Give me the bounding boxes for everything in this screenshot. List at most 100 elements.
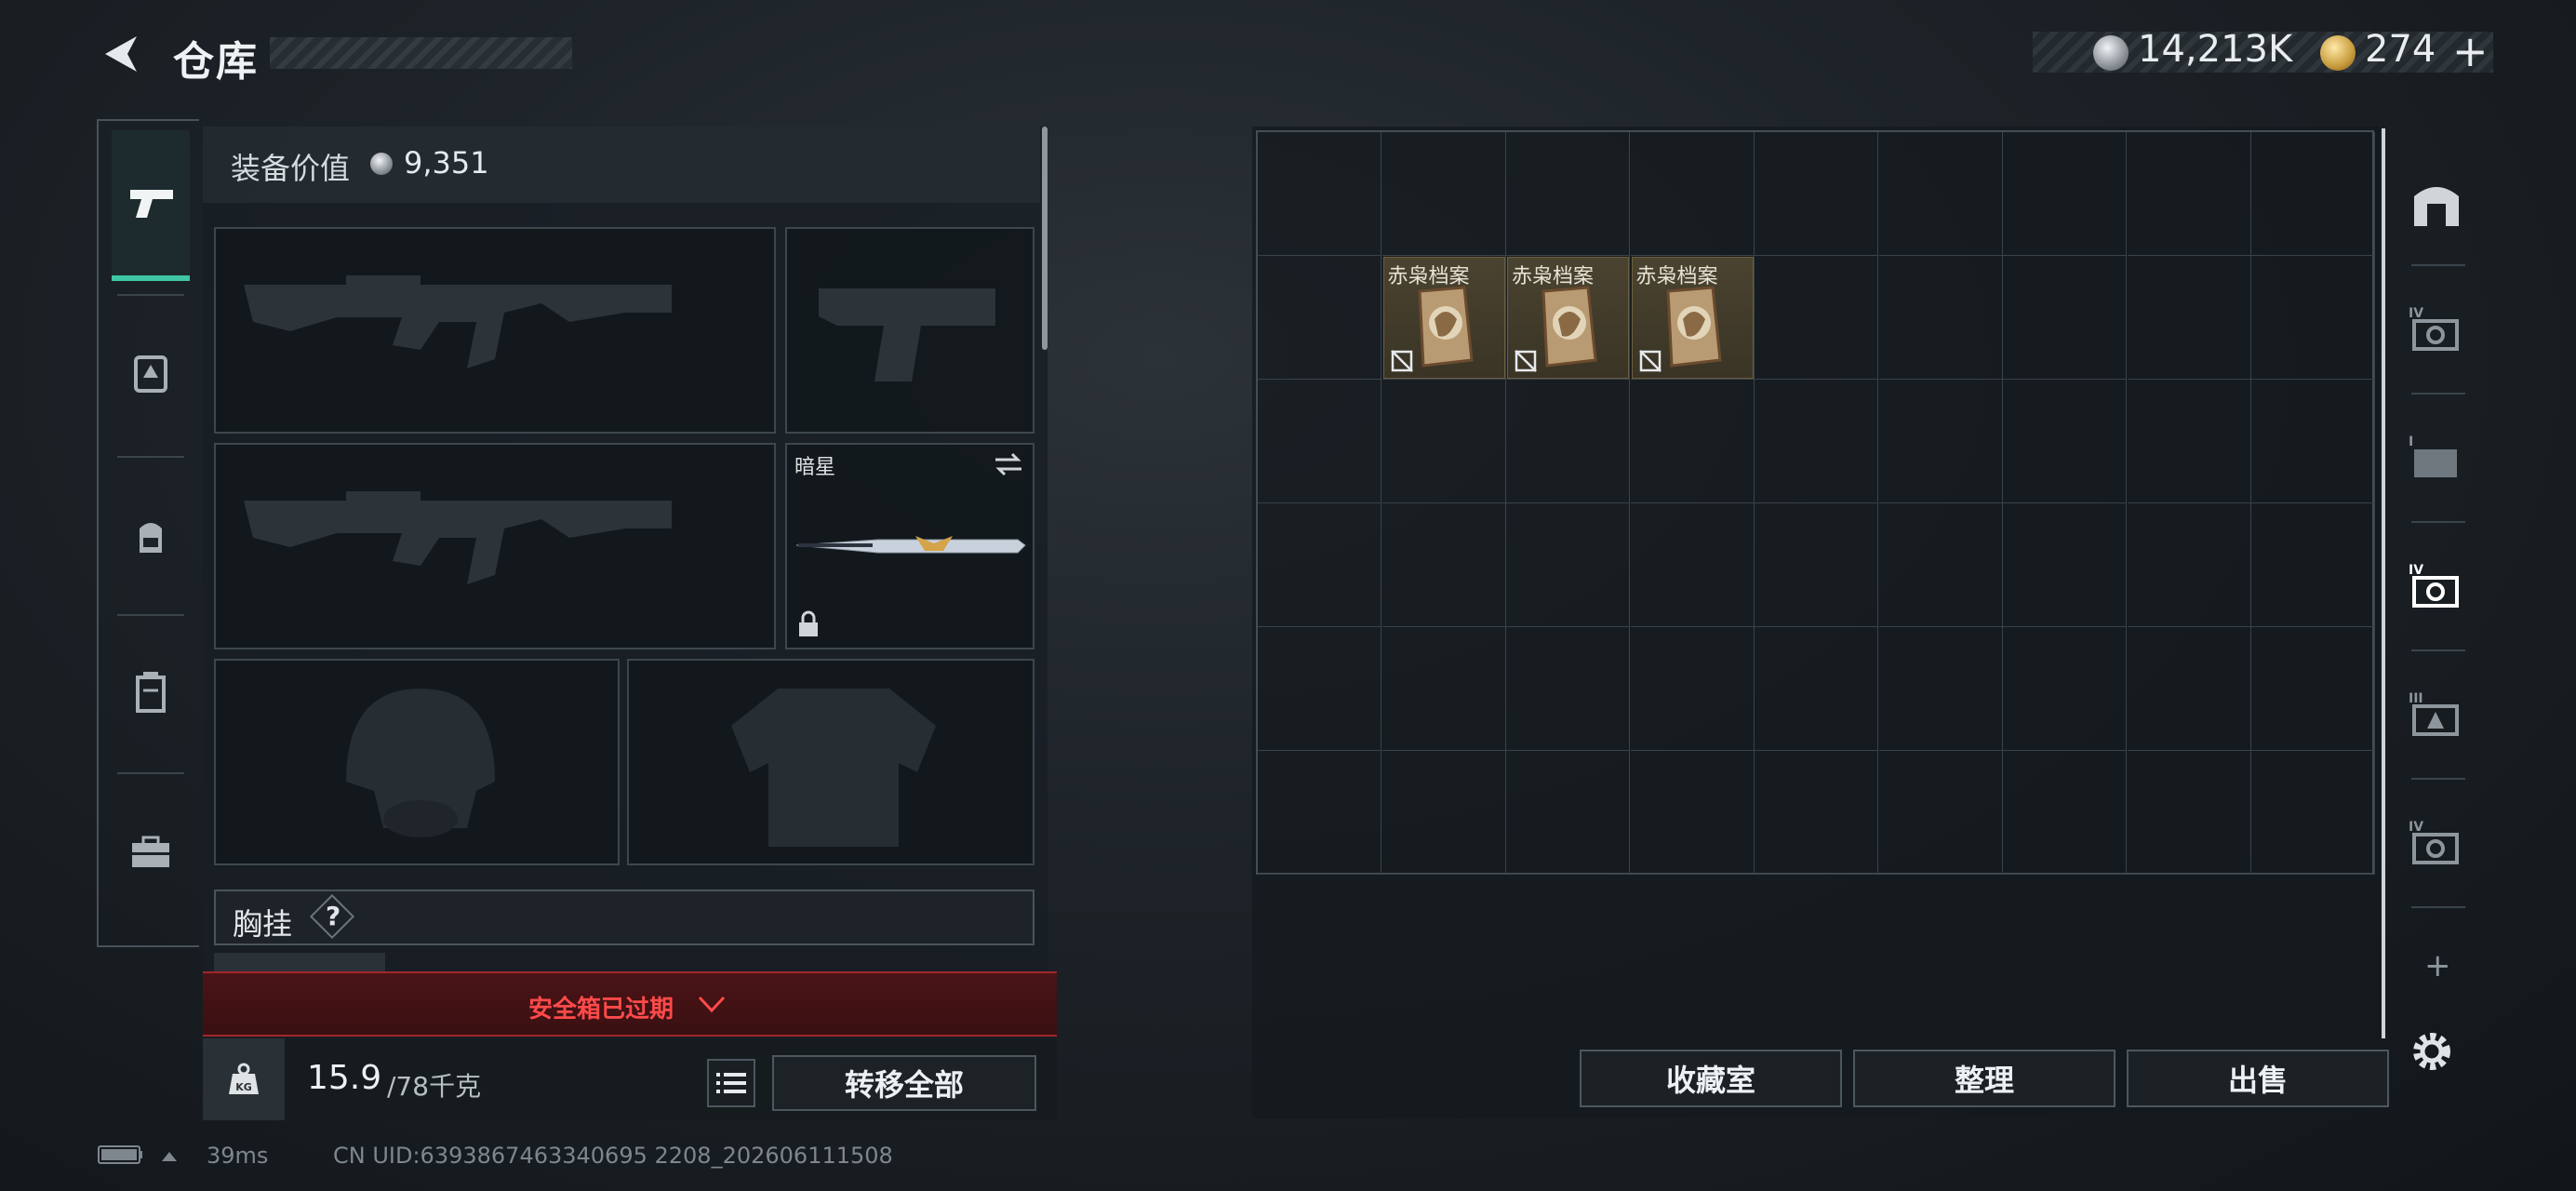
melee-slot[interactable]: 暗星 [785, 443, 1034, 649]
stash-cell[interactable] [1381, 132, 1506, 256]
stash-cell[interactable] [2251, 751, 2375, 875]
svg-text:IV: IV [2409, 820, 2423, 835]
stash-cell[interactable] [1381, 627, 1506, 751]
tab-toolbox[interactable] [112, 778, 190, 927]
stash-cell[interactable] [1878, 751, 2003, 875]
safebox-expired-text: 安全箱已过期 [528, 996, 674, 1024]
armor-slot[interactable] [627, 659, 1034, 865]
tab-weapons[interactable] [112, 130, 190, 281]
tier-4-case-icon[interactable]: IV [2404, 296, 2469, 361]
silver-coin-icon [2093, 35, 2129, 71]
stash-cell[interactable] [1630, 627, 1755, 751]
sort-button[interactable]: 整理 [1853, 1050, 2116, 1107]
stash-grid[interactable]: 赤枭档案 赤枭档案 赤枭档案 [1256, 130, 2375, 875]
stash-cell[interactable] [2127, 503, 2251, 627]
stash-cell[interactable] [1755, 256, 1878, 380]
safe-icon[interactable] [2404, 171, 2469, 236]
tier-4-case-selected-icon[interactable]: IV [2404, 553, 2469, 618]
stash-cell[interactable] [2251, 132, 2375, 256]
case-icon [136, 672, 166, 713]
stash-cell[interactable] [1630, 503, 1755, 627]
add-container-button[interactable]: + [2424, 947, 2451, 984]
no-trade-icon [1515, 350, 1537, 372]
stash-cell[interactable] [2003, 751, 2127, 875]
safebox-expired-banner[interactable]: 安全箱已过期 [203, 971, 1057, 1037]
stash-cell[interactable] [1630, 380, 1755, 503]
tab-chest-rig[interactable] [112, 298, 190, 447]
stash-cell[interactable] [1630, 132, 1755, 256]
stash-cell[interactable] [2003, 380, 2127, 503]
stash-cell[interactable] [1506, 503, 1630, 627]
stash-cell[interactable] [1755, 132, 1878, 256]
svg-text:IV: IV [2409, 563, 2423, 578]
primary-weapon-slot-2[interactable] [214, 443, 776, 649]
stash-cell[interactable] [1506, 380, 1630, 503]
stash-cell[interactable] [1381, 380, 1506, 503]
stash-cell[interactable] [1878, 503, 2003, 627]
stash-cell[interactable] [1258, 132, 1381, 256]
category-rail [97, 119, 199, 947]
stash-cell[interactable] [1506, 132, 1630, 256]
list-view-button[interactable] [707, 1059, 755, 1107]
stash-cell[interactable] [1755, 380, 1878, 503]
stash-cell[interactable] [1878, 380, 2003, 503]
sell-button[interactable]: 出售 [2127, 1050, 2389, 1107]
equipment-scrollbar[interactable] [1042, 127, 1048, 350]
stash-cell[interactable] [2003, 132, 2127, 256]
primary-weapon-slot-1[interactable] [214, 227, 776, 434]
stash-cell[interactable] [1630, 751, 1755, 875]
tier-1-case-icon[interactable]: I [2404, 424, 2469, 489]
stash-cell[interactable] [2127, 627, 2251, 751]
add-currency-button[interactable]: + [2452, 26, 2489, 76]
stash-cell[interactable] [1755, 627, 1878, 751]
no-trade-icon [1390, 350, 1413, 372]
stash-cell[interactable] [1258, 256, 1381, 380]
stash-cell[interactable] [2251, 380, 2375, 503]
assault-rifle-silhouette-icon [244, 491, 672, 584]
stash-cell[interactable] [2127, 380, 2251, 503]
chevron-down-icon [698, 996, 726, 1013]
stash-cell[interactable] [2127, 256, 2251, 380]
stash-cell[interactable] [1381, 751, 1506, 875]
stash-cell[interactable] [1258, 503, 1381, 627]
stash-cell[interactable] [2003, 627, 2127, 751]
stash-cell[interactable] [1878, 132, 2003, 256]
tab-case[interactable] [112, 618, 190, 767]
list-icon [716, 1073, 746, 1093]
swap-icon[interactable] [992, 450, 1025, 478]
stash-cell[interactable] [2003, 256, 2127, 380]
silver-coin-icon [370, 153, 393, 175]
tier-4-case-icon-2[interactable]: IV [2404, 810, 2469, 875]
collection-room-button[interactable]: 收藏室 [1580, 1050, 1842, 1107]
stash-cell[interactable] [2251, 503, 2375, 627]
stash-cell[interactable] [1506, 627, 1630, 751]
svg-text:IV: IV [2409, 306, 2423, 321]
chest-rig-row[interactable]: 胸挂 ? [214, 890, 1034, 945]
stash-cell[interactable] [1755, 751, 1878, 875]
stash-cell[interactable] [1258, 751, 1381, 875]
helmet-slot[interactable] [214, 659, 620, 865]
stash-cell[interactable] [2127, 132, 2251, 256]
stash-cell[interactable] [1755, 503, 1878, 627]
stash-cell[interactable] [2003, 503, 2127, 627]
tier-3-case-icon[interactable]: III [2404, 681, 2469, 746]
pistol-slot[interactable] [785, 227, 1034, 434]
stash-cell[interactable] [2251, 627, 2375, 751]
stash-cell[interactable] [1258, 380, 1381, 503]
gear-icon[interactable] [2408, 1027, 2456, 1079]
stash-cell[interactable] [1506, 751, 1630, 875]
stash-cell[interactable] [1381, 503, 1506, 627]
no-trade-icon [1638, 350, 1662, 372]
stash-cell[interactable] [1878, 627, 2003, 751]
stash-item[interactable]: 赤枭档案 [1631, 257, 1754, 379]
backpack-rig-icon [134, 355, 167, 393]
stash-item[interactable]: 赤枭档案 [1382, 257, 1505, 379]
tab-backpack[interactable] [112, 462, 190, 610]
stash-cell[interactable] [1258, 627, 1381, 751]
transfer-all-button[interactable]: 转移全部 [772, 1055, 1036, 1111]
stash-cell[interactable] [1878, 256, 2003, 380]
stash-cell[interactable] [2127, 751, 2251, 875]
back-button[interactable] [93, 26, 149, 82]
stash-item[interactable]: 赤枭档案 [1507, 257, 1629, 379]
stash-cell[interactable] [2251, 256, 2375, 380]
